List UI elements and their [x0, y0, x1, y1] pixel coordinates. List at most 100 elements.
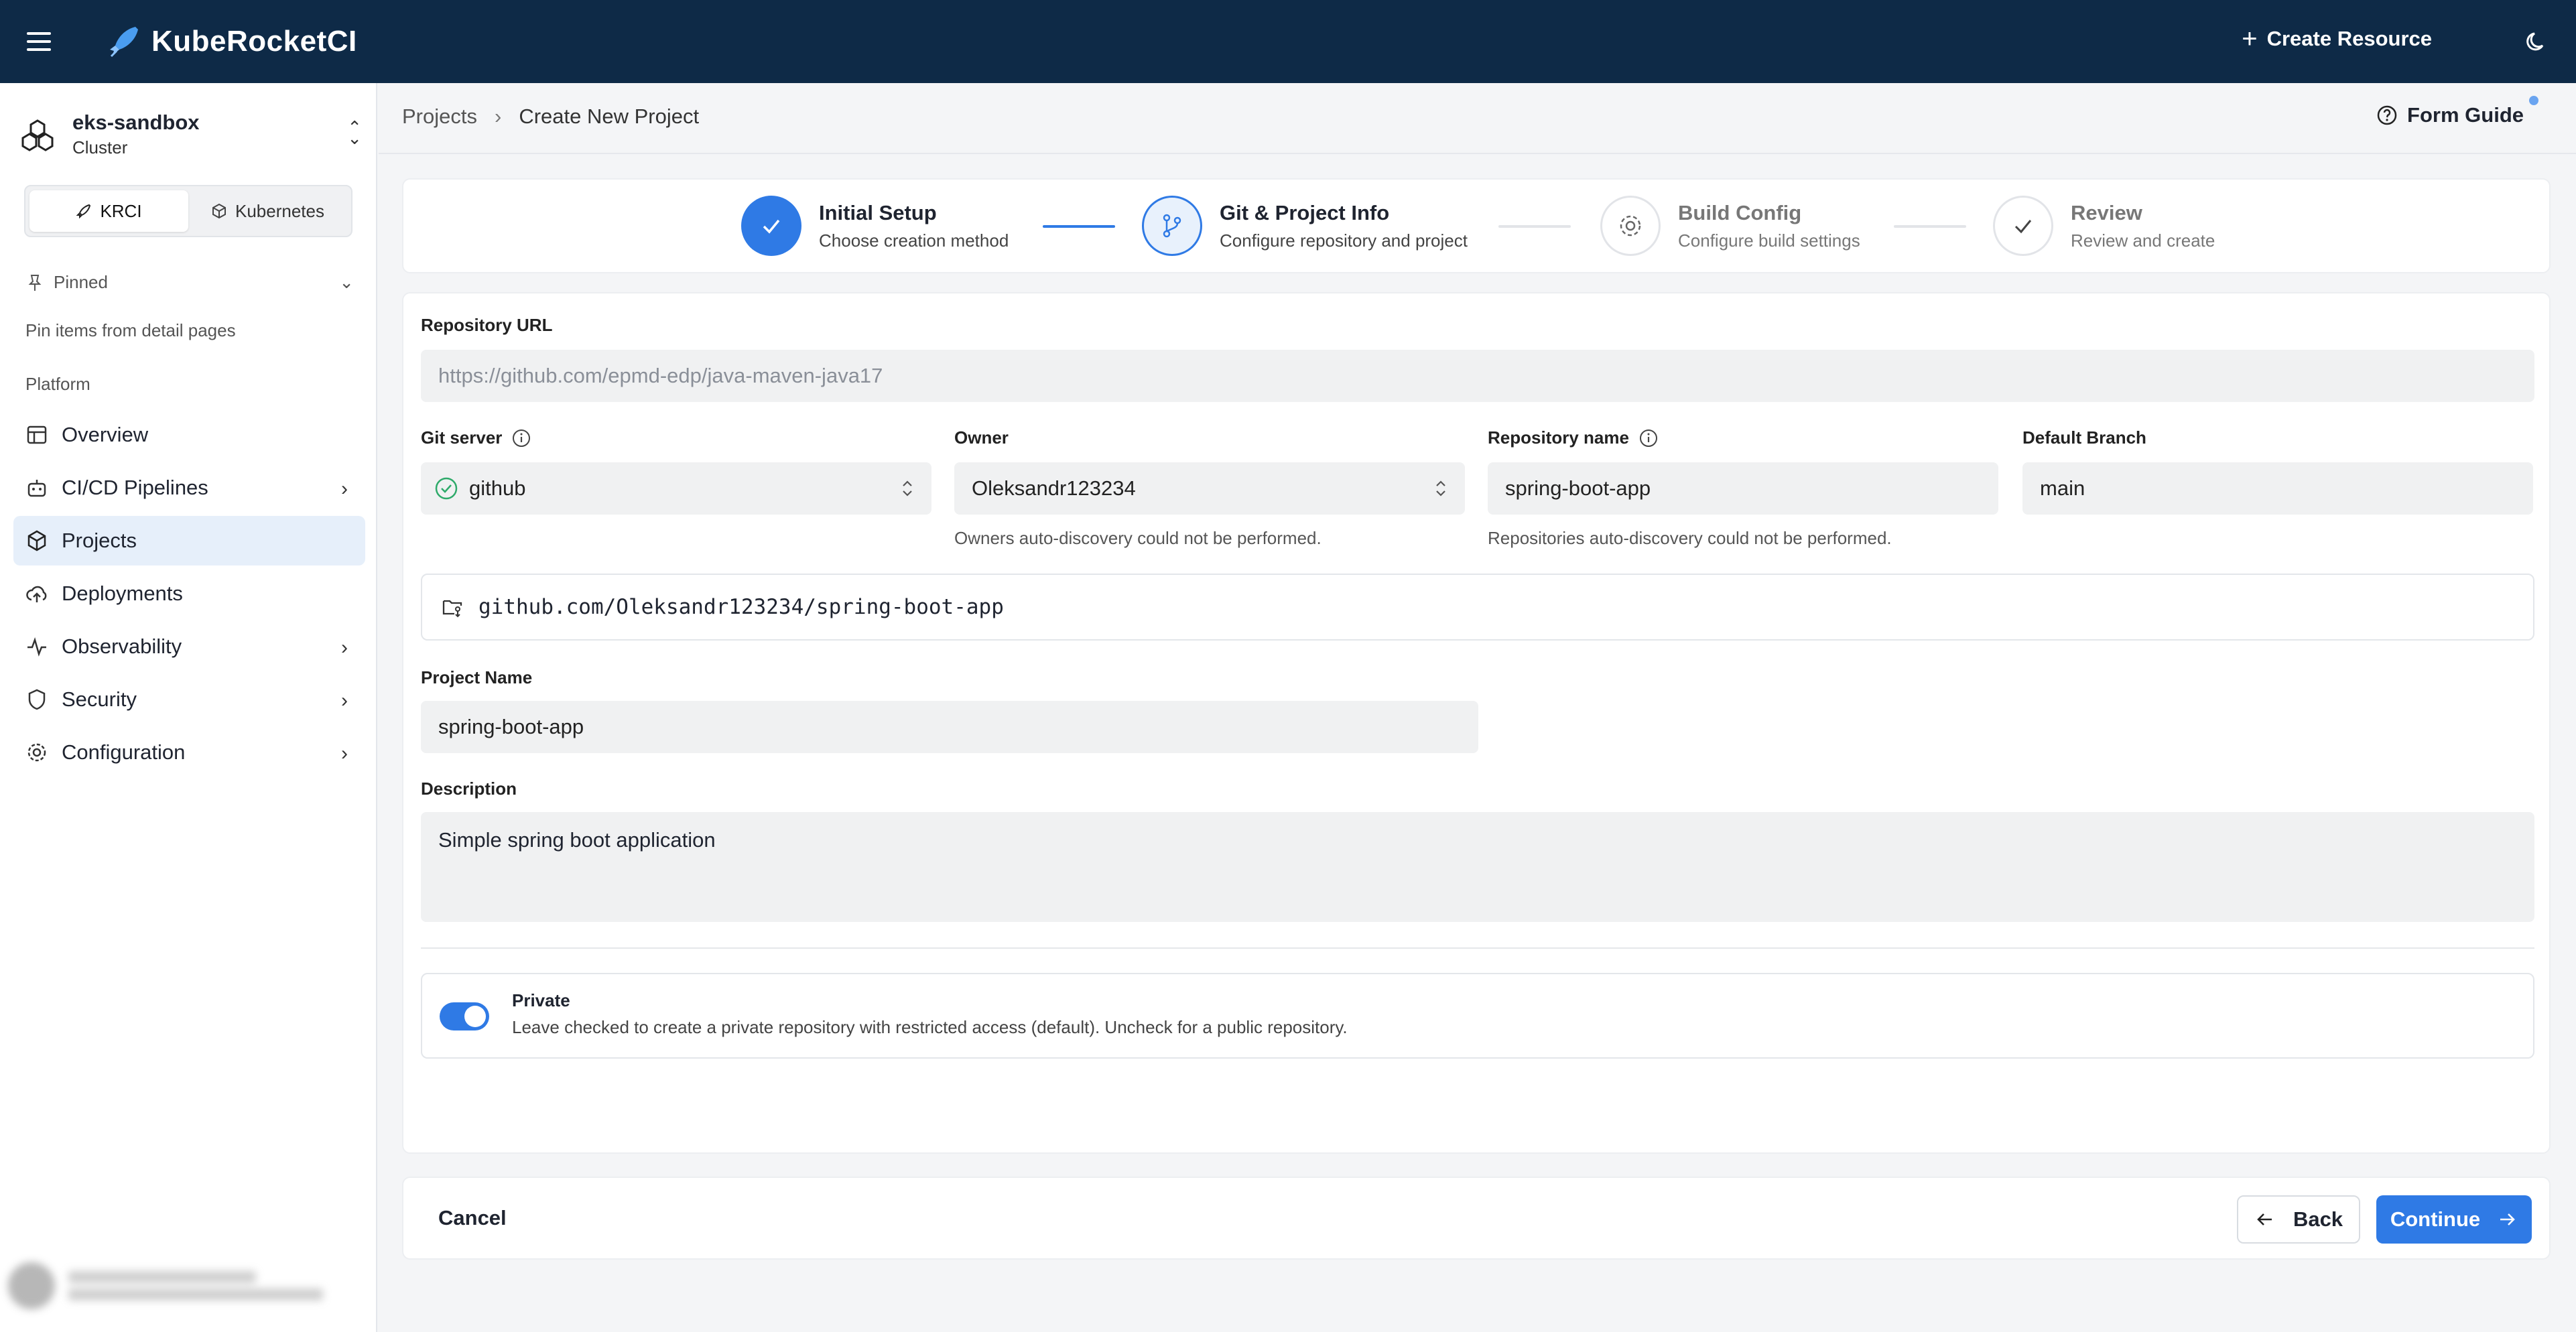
repo-path-preview: github.com/Oleksandr123234/spring-boot-a…	[421, 574, 2534, 641]
step-title: Initial Setup	[819, 200, 937, 224]
cluster-icon	[21, 119, 54, 151]
menu-icon[interactable]	[27, 32, 51, 52]
continue-button[interactable]: Continue	[2376, 1195, 2532, 1244]
sidebar-nav: Overview CI/CD Pipelines › Projects Depl…	[13, 410, 365, 781]
tab-kubernetes[interactable]: Kubernetes	[188, 190, 347, 232]
cube-icon	[212, 203, 226, 219]
repo-name-label: Repository name	[1488, 427, 1659, 448]
git-server-label: Git server	[421, 427, 531, 448]
cloud-upload-icon	[26, 586, 47, 602]
tab-krci[interactable]: KRCI	[29, 190, 188, 232]
cluster-switcher[interactable]: eks-sandbox Cluster ⌃ ⌄	[20, 107, 362, 161]
chevron-right-icon: ›	[341, 742, 348, 764]
rocket-icon	[76, 204, 91, 219]
step-title: Git & Project Info	[1220, 200, 1390, 224]
pinned-hint: Pin items from detail pages	[25, 320, 236, 340]
sidebar-item-security[interactable]: Security ›	[13, 675, 365, 724]
check-circle-icon	[435, 477, 458, 500]
arrow-right-icon	[2500, 1213, 2515, 1225]
continue-label: Continue	[2390, 1207, 2481, 1231]
info-icon[interactable]	[1638, 428, 1659, 448]
step-subtitle: Configure repository and project	[1220, 230, 1468, 251]
header-divider	[379, 153, 2576, 154]
user-account-blurred[interactable]	[8, 1256, 363, 1316]
chevron-right-icon: ›	[341, 637, 348, 659]
sidebar: eks-sandbox Cluster ⌃ ⌄ KRCI Kubernetes P…	[0, 83, 377, 1332]
description-textarea[interactable]: Simple spring boot application	[421, 812, 2534, 922]
sidebar-item-overview[interactable]: Overview	[13, 410, 365, 460]
cluster-name: eks-sandbox	[72, 110, 200, 134]
step-connector	[1894, 225, 1966, 228]
chevron-up-down-icon: ⌃ ⌄	[347, 117, 362, 148]
info-icon[interactable]	[511, 428, 531, 448]
sidebar-item-label: Deployments	[62, 582, 183, 605]
tab-krci-label: KRCI	[100, 200, 142, 221]
repo-path-text: github.com/Oleksandr123234/spring-boot-a…	[478, 595, 1004, 619]
repo-url-label: Repository URL	[421, 315, 553, 335]
repo-name-input[interactable]: spring-boot-app	[1488, 462, 1998, 515]
avatar	[8, 1262, 55, 1309]
breadcrumb: Projects › Create New Project	[402, 105, 699, 129]
check-icon	[1993, 196, 2053, 256]
owner-value: Oleksandr123234	[972, 476, 1136, 500]
owner-label: Owner	[954, 427, 1009, 448]
git-server-value: github	[469, 476, 526, 500]
sidebar-item-label: Projects	[62, 529, 137, 552]
plus-icon: +	[2242, 24, 2258, 54]
repo-url-input[interactable]: https://github.com/epmd-edp/java-maven-j…	[421, 350, 2534, 402]
step-title: Review	[2071, 200, 2142, 224]
notification-dot	[2529, 96, 2538, 105]
check-icon	[741, 196, 801, 256]
repo-name-hint: Repositories auto-discovery could not be…	[1488, 528, 1892, 548]
user-info-blurred	[68, 1266, 323, 1306]
owner-select[interactable]: Oleksandr123234	[954, 462, 1465, 515]
private-label: Private	[512, 990, 570, 1010]
pinned-section-toggle[interactable]: Pinned ⌄	[25, 272, 354, 293]
back-label: Back	[2293, 1207, 2343, 1231]
private-option: Private Leave checked to create a privat…	[421, 973, 2534, 1059]
git-branch-icon	[1142, 196, 1202, 256]
create-resource-button[interactable]: + Create Resource	[2242, 24, 2432, 54]
view-toggle: KRCI Kubernetes	[24, 185, 352, 237]
cluster-type: Cluster	[72, 137, 128, 157]
cancel-button[interactable]: Cancel	[438, 1206, 507, 1230]
project-name-label: Project Name	[421, 667, 533, 687]
sidebar-item-configuration[interactable]: Configuration ›	[13, 728, 365, 777]
private-toggle[interactable]	[440, 1002, 489, 1030]
folder-git-icon	[442, 600, 462, 618]
breadcrumb-projects[interactable]: Projects	[402, 105, 477, 129]
project-form: Repository URL https://github.com/epmd-e…	[402, 292, 2551, 1154]
default-branch-label: Default Branch	[2022, 427, 2146, 448]
repo-name-label-text: Repository name	[1488, 427, 1629, 448]
step-initial-setup[interactable]: Initial Setup Choose creation method	[741, 196, 1009, 256]
default-branch-input[interactable]: main	[2022, 462, 2533, 515]
sidebar-item-label: Configuration	[62, 740, 186, 764]
chevron-up-down-icon	[903, 480, 912, 496]
form-footer: Cancel Back Continue	[402, 1177, 2551, 1260]
tab-kubernetes-label: Kubernetes	[235, 200, 324, 221]
sidebar-item-deployments[interactable]: Deployments	[13, 569, 365, 618]
sidebar-item-observability[interactable]: Observability ›	[13, 622, 365, 671]
chevron-right-icon: ›	[341, 689, 348, 712]
sidebar-item-projects[interactable]: Projects	[13, 516, 365, 565]
sidebar-item-label: Security	[62, 687, 137, 711]
toggle-knob	[464, 1006, 486, 1027]
sidebar-item-label: Overview	[62, 423, 149, 446]
step-connector	[1498, 225, 1571, 228]
step-build-config[interactable]: Build Config Configure build settings	[1600, 196, 1860, 256]
chevron-down-icon: ⌄	[339, 272, 354, 292]
step-git-project-info[interactable]: Git & Project Info Configure repository …	[1142, 196, 1468, 256]
step-review[interactable]: Review Review and create	[1993, 196, 2215, 256]
cube-icon	[27, 530, 46, 551]
back-button[interactable]: Back	[2237, 1195, 2360, 1244]
create-resource-label: Create Resource	[2266, 27, 2432, 50]
brand-logo[interactable]: KubeRocketCI	[105, 23, 357, 60]
step-title: Build Config	[1678, 200, 1802, 224]
sidebar-item-cicd-pipelines[interactable]: CI/CD Pipelines ›	[13, 463, 365, 513]
git-server-select[interactable]: github	[421, 462, 931, 515]
form-guide-button[interactable]: Form Guide	[2376, 103, 2524, 127]
project-name-input[interactable]: spring-boot-app	[421, 701, 1478, 753]
moon-icon[interactable]	[2525, 29, 2549, 54]
section-label-platform: Platform	[25, 374, 90, 394]
chevron-up-down-icon	[1436, 480, 1445, 496]
